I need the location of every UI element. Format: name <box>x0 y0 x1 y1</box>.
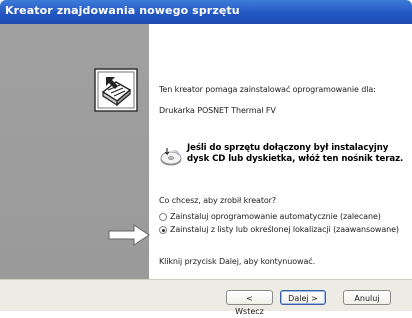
pointer-arrow-icon <box>108 224 150 246</box>
title-bar[interactable]: Kreator znajdowania nowego sprzętu <box>0 0 412 24</box>
cancel-button[interactable]: Anuluj <box>343 290 391 305</box>
option-automatic[interactable]: Zainstaluj oprogramowanie automatycznie … <box>159 212 409 223</box>
hardware-wizard-icon <box>94 68 138 112</box>
radio-advanced[interactable] <box>159 226 167 234</box>
button-bar: < Wstecz Dalej > Anuluj <box>0 279 412 316</box>
cd-disc-icon <box>160 148 182 166</box>
option-advanced[interactable]: Zainstaluj z listy lub określonej lokali… <box>159 225 411 236</box>
device-name: Drukarka POSNET Thermal FV <box>159 106 276 115</box>
option-advanced-label: Zainstaluj z listy lub określonej lokali… <box>170 225 399 234</box>
option-automatic-label: Zainstaluj oprogramowanie automatycznie … <box>170 212 381 221</box>
wizard-window: Kreator znajdowania nowego sprzętu Ten k… <box>0 0 412 316</box>
window-title: Kreator znajdowania nowego sprzętu <box>5 4 240 17</box>
cd-notice-line2: dysk CD lub dyskietka, włóż ten nośnik t… <box>187 154 404 164</box>
radio-automatic[interactable] <box>159 213 167 221</box>
wizard-content: Ten kreator pomaga zainstalować oprogram… <box>149 24 412 279</box>
cd-notice-line1: Jeśli do sprzętu dołączony był instalacy… <box>187 143 389 153</box>
continue-hint: Kliknij przycisk Dalej, aby kontynuować. <box>159 257 316 266</box>
back-button[interactable]: < Wstecz <box>226 290 273 316</box>
intro-text: Ten kreator pomaga zainstalować oprogram… <box>159 85 376 94</box>
next-button[interactable]: Dalej > <box>280 290 326 305</box>
question-text: Co chcesz, aby zrobił kreator? <box>159 196 276 205</box>
